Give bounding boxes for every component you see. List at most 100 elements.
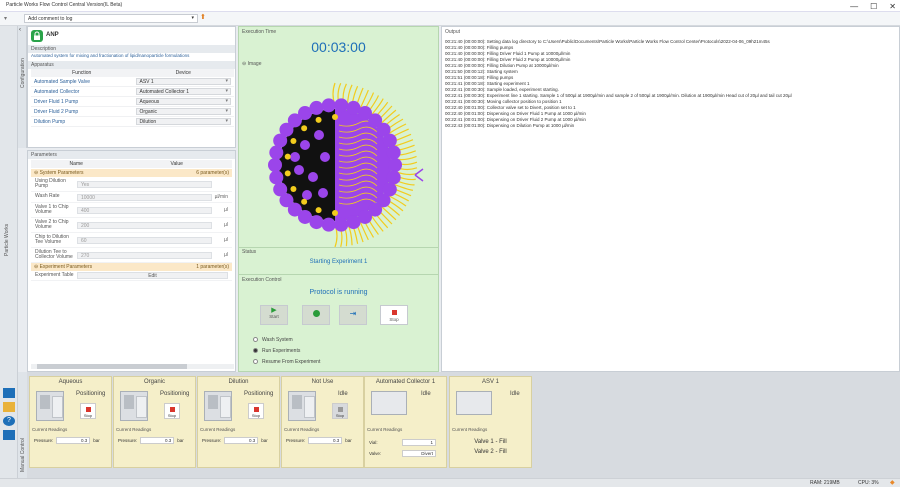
- record-icon: [312, 310, 320, 317]
- left-strip: Particle Works: [0, 26, 18, 372]
- close-button[interactable]: ✕: [889, 2, 896, 11]
- experiment-group-name: Experiment Parameters: [39, 264, 93, 270]
- cpu-usage: CPU: 3%: [858, 480, 879, 486]
- run-mode-radio[interactable]: Resume From Experiment: [253, 356, 320, 367]
- parameter-value-input[interactable]: 200: [77, 221, 212, 229]
- configuration-tab[interactable]: ‹ Configuration: [18, 26, 27, 148]
- valve-1-state: Valve 1 - Fill: [474, 439, 507, 445]
- parameter-row: Valve 2 to Chip Volume 200 µl: [31, 218, 232, 233]
- apparatus-row: Dilution Pump Dilution: [31, 117, 234, 127]
- core-particle: [290, 152, 300, 162]
- parameter-name: Chip to Dilution Tee Volume: [35, 233, 69, 245]
- stop-button[interactable]: Stop: [380, 305, 408, 325]
- parameter-value-input[interactable]: 270: [77, 251, 212, 259]
- device-select[interactable]: Automated Collector 1: [135, 88, 231, 95]
- parameter-value-input[interactable]: 10000: [77, 193, 212, 201]
- start-button[interactable]: ▶ Start: [260, 305, 288, 325]
- experiment-table-edit-button[interactable]: Edit: [77, 272, 228, 279]
- radio-label: Wash System: [262, 336, 293, 343]
- apparatus-function: Dilution Pump: [34, 118, 66, 125]
- pump-device-image: [120, 391, 148, 421]
- parameter-name: Dilution Tee to Collector Volume: [35, 248, 73, 260]
- execution-time: 00:03:00: [311, 39, 366, 55]
- parameter-row: Wash Rate 10000 µl/min: [31, 192, 232, 203]
- device-select-value: Dilution: [139, 119, 157, 125]
- vial-label: Vial:: [369, 440, 378, 445]
- head-group: [269, 170, 284, 185]
- parameter-row: Valve 1 to Chip Volume 400 µl: [31, 203, 232, 218]
- execution-control-label: Execution Control: [242, 277, 282, 283]
- head-group: [346, 215, 361, 230]
- apparatus-function: Driver Fluid 1 Pump: [34, 98, 79, 105]
- window-title: Particle Works Flow Control Central Vers…: [6, 2, 123, 8]
- protocol-name: ANP: [46, 32, 59, 38]
- head-group: [382, 133, 397, 148]
- experiment-group-count: 1 parameter(s): [196, 264, 229, 270]
- experiment-parameters-group[interactable]: ⊖ Experiment Parameters 1 parameter(s): [31, 263, 232, 271]
- pump-stop-label: Stop: [251, 413, 261, 418]
- device-select[interactable]: Organic: [135, 108, 231, 115]
- minimize-button[interactable]: —: [850, 2, 858, 11]
- pump-stop-button[interactable]: Stop: [332, 403, 348, 419]
- help-icon[interactable]: ?: [3, 416, 15, 426]
- pump-stop-button[interactable]: Stop: [164, 403, 180, 419]
- parameter-unit: µl: [224, 207, 228, 213]
- pressure-value: 0.3: [140, 437, 175, 444]
- collapse-icon[interactable]: ‹: [19, 27, 21, 33]
- menu-arrow-icon[interactable]: ▾: [4, 15, 7, 22]
- pump-stop-label: Stop: [83, 413, 93, 418]
- lipid-tail: [379, 204, 397, 221]
- lipid-dot: [301, 125, 308, 132]
- param-header-value: Value: [170, 161, 183, 167]
- apparatus-header-device: Device: [175, 70, 191, 76]
- core-particle: [308, 172, 318, 182]
- lipid-dot: [301, 198, 308, 205]
- pump-stop-button[interactable]: Stop: [80, 403, 96, 419]
- image-label-text: Image: [247, 61, 262, 67]
- radio-circle-icon: [253, 337, 258, 342]
- device-select-value: Organic: [139, 109, 158, 115]
- pump-state: Positioning: [160, 391, 190, 397]
- horizontal-scrollbar[interactable]: [31, 364, 234, 369]
- radio-label: Resume From Experiment: [262, 358, 321, 365]
- parameter-value-input[interactable]: Yes: [77, 180, 212, 188]
- devices-view-icon[interactable]: [3, 402, 15, 412]
- radio-circle-icon: [253, 359, 258, 364]
- manual-control-tab[interactable]: Manual Control: [18, 372, 27, 478]
- description-text: Automated system for mixing and fraction…: [31, 53, 190, 58]
- head-group: [268, 158, 282, 172]
- parameter-unit: µl: [224, 252, 228, 258]
- pump-readings-label: Current Readings: [200, 427, 236, 432]
- maximize-button[interactable]: ☐: [870, 2, 877, 11]
- log-comment-placeholder: Add comment to log: [28, 16, 73, 22]
- status-bar: RAM: 219MB CPU: 3% ◆: [0, 478, 900, 487]
- parameter-value-input[interactable]: 400: [77, 206, 212, 214]
- head-group: [386, 170, 401, 185]
- system-parameters-group[interactable]: ⊖ System Parameters 6 parameter(s): [31, 169, 232, 177]
- stop-icon: [85, 407, 91, 412]
- run-mode-radio[interactable]: Wash System: [253, 334, 320, 345]
- pump-device-image: [204, 391, 232, 421]
- settings-icon[interactable]: ◆: [890, 479, 895, 486]
- core-particle: [318, 188, 328, 198]
- skip-button[interactable]: ⇥: [339, 305, 367, 325]
- parameter-value-input[interactable]: 60: [77, 236, 212, 244]
- pump-stop-button[interactable]: Stop: [248, 403, 264, 419]
- pump-readings-label: Current Readings: [284, 427, 320, 432]
- configuration-tab-label: Configuration: [20, 58, 26, 88]
- device-select[interactable]: Aqueous: [135, 98, 231, 105]
- chart-view-icon[interactable]: [3, 388, 15, 398]
- core-particle: [314, 130, 324, 140]
- valve-2-state: Valve 2 - Fill: [474, 449, 507, 455]
- run-mode-radio[interactable]: Run Experiments: [253, 345, 320, 356]
- pressure-unit: bar: [345, 438, 352, 443]
- pause-button[interactable]: [302, 305, 330, 325]
- device-select[interactable]: ASV 1: [135, 78, 231, 85]
- device-select[interactable]: Dilution: [135, 118, 231, 125]
- log-view-icon[interactable]: [3, 430, 15, 440]
- pump-device-image: [288, 391, 316, 421]
- asv-card: ASV 1 Idle Current Readings Valve 1 - Fi…: [449, 376, 532, 468]
- protocol-state: Protocol is running: [309, 289, 368, 296]
- log-comment-input[interactable]: Add comment to log ▾: [24, 14, 198, 23]
- add-comment-icon[interactable]: ⬆: [200, 13, 206, 21]
